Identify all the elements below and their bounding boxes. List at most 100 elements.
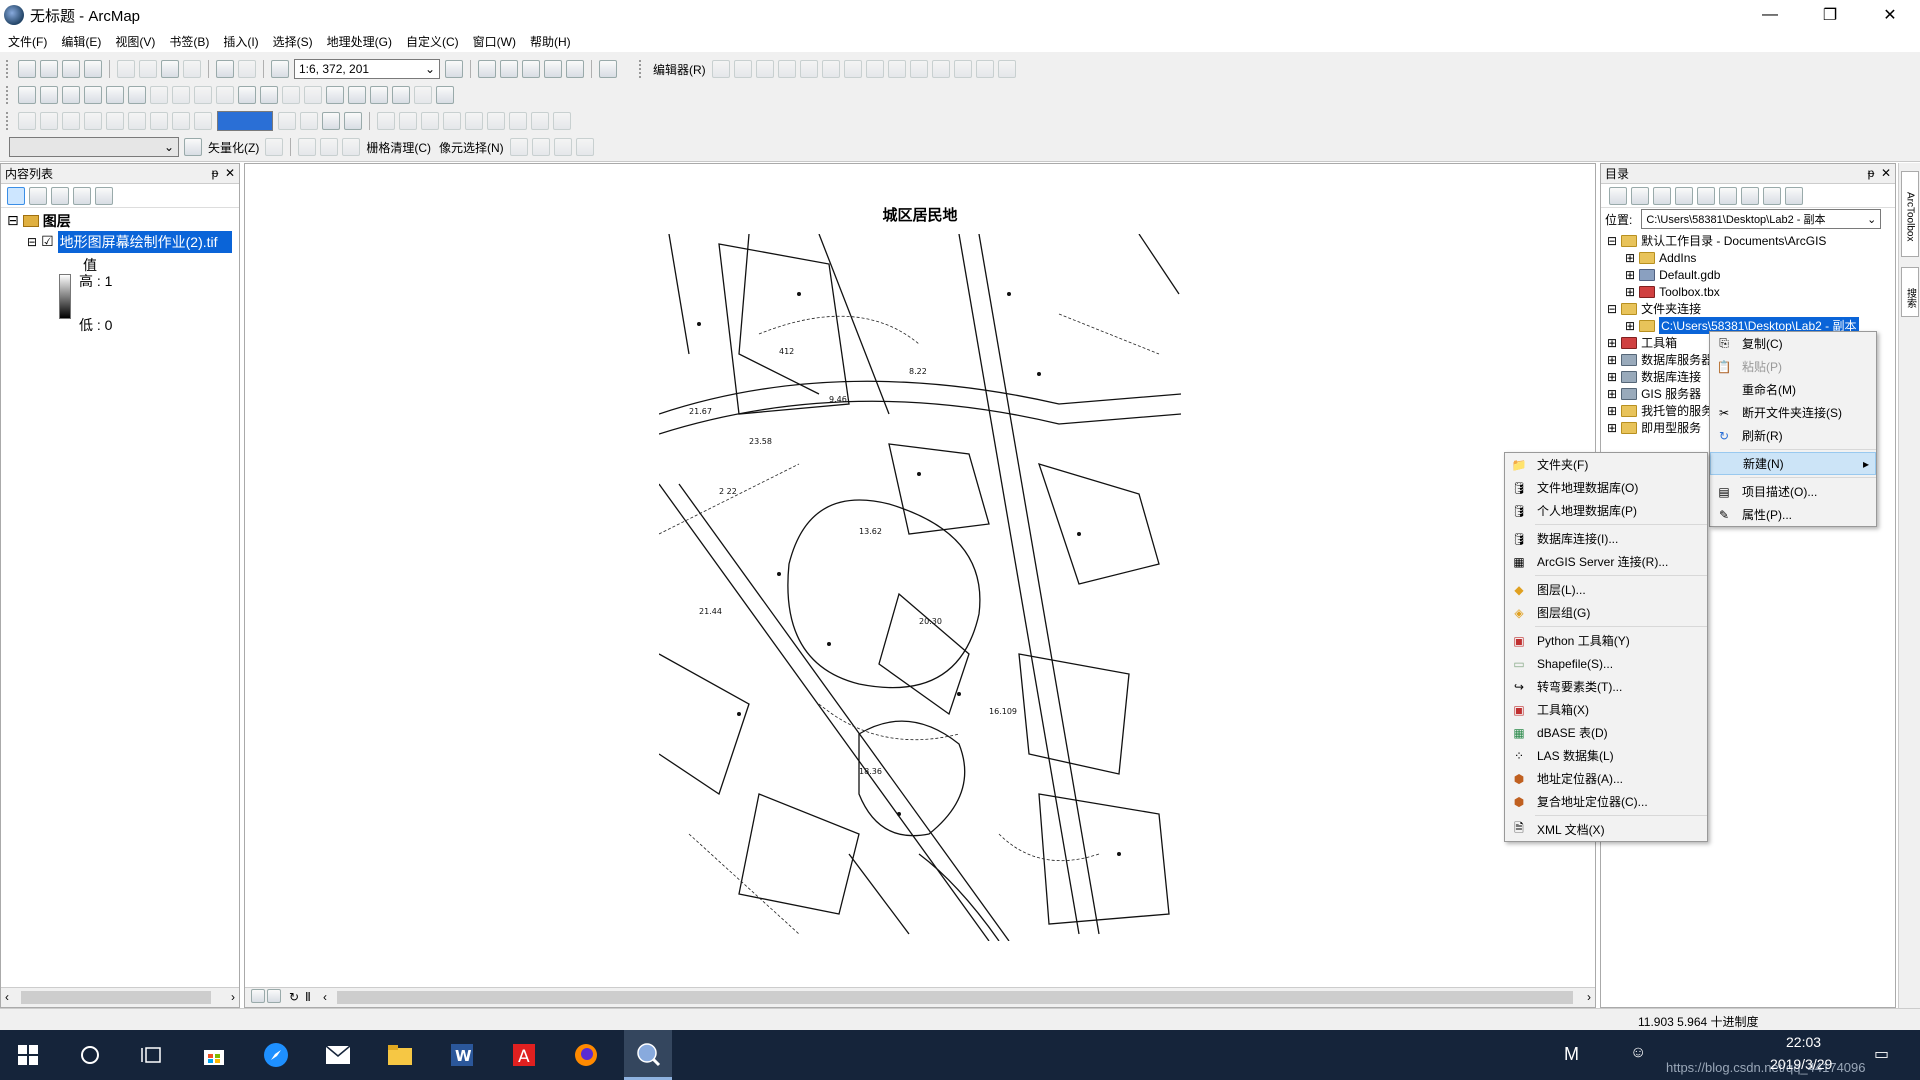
toc-options-icon[interactable] (95, 186, 113, 205)
task-view-icon[interactable] (128, 1030, 176, 1080)
pan-icon[interactable] (62, 86, 80, 104)
tree-item-ready-to-use-services[interactable]: ⊞ 即用型服务 (1607, 419, 1701, 436)
straight-segment-icon[interactable] (755, 60, 774, 78)
vectorize-tool-icon[interactable] (342, 138, 361, 156)
map-display[interactable]: 城区居民地 412 8.22 21.67 2 22 13.62 20.30 21… (244, 163, 1596, 1008)
list-by-selection-icon[interactable] (73, 186, 91, 205)
menu-item-refresh[interactable]: ↻ 刷新(R) (1710, 424, 1876, 447)
toolbar-grip[interactable] (6, 86, 12, 104)
zoom-out-icon[interactable] (40, 86, 58, 104)
layer-row[interactable]: ⊟ ☑ 地形图屏幕绘制作业(2).tif (27, 230, 232, 253)
layout-tool-icon[interactable] (84, 112, 102, 130)
submenu-item-layer[interactable]: ◆ 图层(L)... (1505, 578, 1707, 601)
submenu-item-toolbox[interactable]: ▣ 工具箱(X) (1505, 698, 1707, 721)
layer-name[interactable]: 地形图屏幕绘制作业(2).tif (57, 230, 232, 253)
tree-item-my-hosted-services[interactable]: ⊞ 我托管的服务 (1607, 402, 1713, 419)
copy-icon[interactable] (139, 60, 157, 78)
point-icon[interactable] (821, 60, 840, 78)
up-one-level-icon[interactable] (1653, 186, 1671, 205)
raster-cleanup-menu[interactable]: 栅格清理(C) (366, 139, 431, 156)
submenu-item-personal-gdb[interactable]: 🛢 个人地理数据库(P) (1505, 499, 1707, 522)
draw-tool-icon[interactable] (377, 112, 395, 130)
save-icon[interactable] (62, 60, 80, 78)
expand-icon[interactable]: ⊞ (1607, 370, 1617, 384)
raster-layer-select[interactable]: ⌄ (9, 137, 179, 157)
menu-insert[interactable]: 插入(I) (223, 33, 258, 50)
forward-arrow-icon[interactable] (1631, 186, 1649, 205)
scroll-thumb[interactable] (21, 991, 211, 1004)
layout-tool-icon[interactable] (322, 112, 340, 130)
windows-start-icon[interactable] (4, 1030, 52, 1080)
cell-select-tool-icon[interactable] (553, 138, 572, 156)
scanned-topographic-map[interactable]: 412 8.22 21.67 2 22 13.62 20.30 21.44 16.109 1… (659, 234, 1181, 941)
map-horizontal-scrollbar[interactable]: ↻ Ⅱ ‹ › (245, 987, 1595, 1007)
add-data-icon[interactable] (271, 60, 289, 78)
select-elements-icon[interactable] (238, 86, 256, 104)
raster-snapping-icon[interactable] (184, 138, 202, 156)
tree-item-folder-connections[interactable]: ⊟ 文件夹连接 (1607, 300, 1701, 317)
reshape-icon[interactable] (865, 60, 884, 78)
find-icon[interactable] (348, 86, 366, 104)
submenu-item-db-connection[interactable]: 🛢 数据库连接(I)... (1505, 527, 1707, 550)
tree-item-addins[interactable]: ⊞ AddIns (1625, 249, 1696, 266)
scroll-left-icon[interactable]: ‹ (323, 990, 327, 1004)
tree-item-gis-servers[interactable]: ⊞ GIS 服务器 (1607, 385, 1701, 402)
expand-icon[interactable]: ⊞ (1607, 336, 1617, 350)
draw-tool-icon[interactable] (553, 112, 571, 130)
mail-icon[interactable] (314, 1030, 362, 1080)
scroll-right-icon[interactable]: › (1587, 990, 1591, 1004)
ime-indicator[interactable]: M (1564, 1044, 1579, 1065)
submenu-item-folder[interactable]: 📁 文件夹(F) (1505, 453, 1707, 476)
draw-tool-icon[interactable] (443, 112, 461, 130)
toolbar-grip[interactable] (6, 60, 12, 78)
fixed-zoom-out-icon[interactable] (128, 86, 146, 104)
tree-item-database-connections[interactable]: ⊞ 数据库连接 (1607, 368, 1701, 385)
draw-tool-icon[interactable] (487, 112, 505, 130)
layout-tool-icon[interactable] (278, 112, 296, 130)
cell-select-tool-icon[interactable] (531, 138, 550, 156)
layout-tool-icon[interactable] (128, 112, 146, 130)
python-window-icon[interactable] (566, 60, 584, 78)
create-viewer-window-icon[interactable] (436, 86, 454, 104)
toolbar-grip[interactable] (639, 60, 645, 78)
menu-file[interactable]: 文件(F) (8, 33, 47, 50)
editor-toolbar-icon[interactable] (445, 60, 463, 78)
layer-visibility-checkbox[interactable]: ☑ (41, 233, 54, 250)
color-dropdown[interactable] (217, 111, 273, 131)
paste-icon[interactable] (161, 60, 179, 78)
scroll-left-icon[interactable]: ‹ (5, 990, 9, 1004)
menu-item-description[interactable]: ▤ 项目描述(O)... (1710, 480, 1876, 503)
expand-icon[interactable]: ⊞ (1607, 353, 1617, 367)
toolbar-grip[interactable] (6, 112, 12, 130)
layout-view-icon[interactable] (267, 989, 281, 1003)
rotate-icon[interactable] (931, 60, 950, 78)
search-window-icon[interactable] (522, 60, 540, 78)
connect-folder-icon[interactable] (1697, 186, 1715, 205)
submenu-item-shapefile[interactable]: ▭ Shapefile(S)... (1505, 652, 1707, 675)
clock-date[interactable]: 2019/3/29 (1770, 1056, 1832, 1072)
location-input[interactable]: C:\Users\58381\Desktop\Lab2 - 副本 ⌄ (1641, 209, 1882, 229)
word-icon[interactable]: W (438, 1030, 486, 1080)
layout-tool-icon[interactable] (194, 112, 212, 130)
editor-menu[interactable]: 编辑器(R) (653, 61, 706, 78)
notification-icon[interactable]: ▭ (1874, 1044, 1889, 1064)
zoom-in-icon[interactable] (18, 86, 36, 104)
submenu-item-turn-feature-class[interactable]: ↪ 转弯要素类(T)... (1505, 675, 1707, 698)
measure-icon[interactable] (326, 86, 344, 104)
layout-tool-icon[interactable] (150, 112, 168, 130)
submenu-item-address-locator[interactable]: ⬢ 地址定位器(A)... (1505, 767, 1707, 790)
arctoolbox-icon[interactable] (544, 60, 562, 78)
undo-icon[interactable] (216, 60, 234, 78)
cell-selection-menu[interactable]: 像元选择(N) (439, 139, 504, 156)
submenu-item-python-toolbox[interactable]: ▣ Python 工具箱(Y) (1505, 629, 1707, 652)
full-extent-icon[interactable] (84, 86, 102, 104)
back-extent-icon[interactable] (150, 86, 168, 104)
identify-icon[interactable] (260, 86, 278, 104)
edit-tool-icon[interactable] (711, 60, 730, 78)
menu-item-disconnect-folder[interactable]: ✂ 断开文件夹连接(S) (1710, 401, 1876, 424)
menu-selection[interactable]: 选择(S) (273, 33, 313, 50)
sketch-properties-icon[interactable] (975, 60, 994, 78)
submenu-item-group-layer[interactable]: ◈ 图层组(G) (1505, 601, 1707, 624)
menu-bookmarks[interactable]: 书签(B) (169, 33, 209, 50)
data-view-icon[interactable] (251, 989, 265, 1003)
